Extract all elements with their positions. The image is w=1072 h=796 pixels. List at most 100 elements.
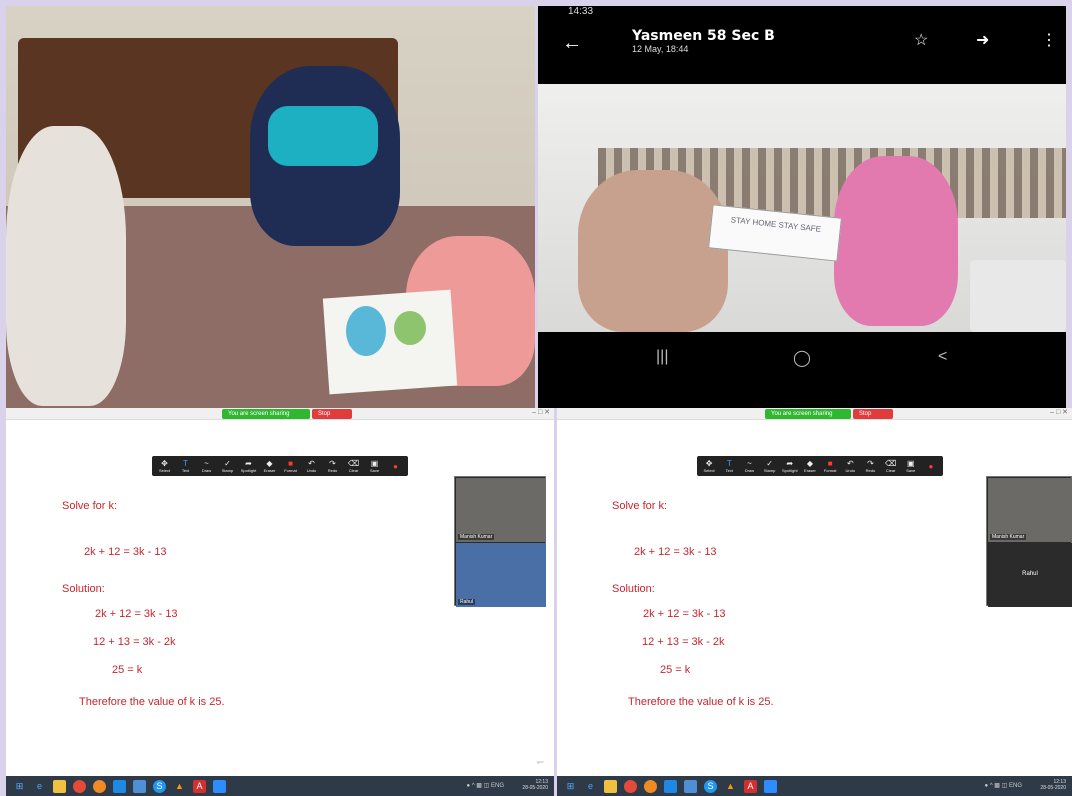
stop-share-button[interactable]: Stop Share	[312, 409, 352, 427]
firefox-icon[interactable]	[93, 779, 106, 793]
eraser-icon: ◆	[266, 459, 273, 468]
video-panel[interactable]: Manish Kumar Rahul	[454, 476, 546, 607]
color-square-icon: ■	[288, 459, 293, 468]
windows-taskbar: ⊞ e S ▲ A ● ^ ▩ ◫ ENG 12:13 28-05-2020	[557, 776, 1072, 796]
close-toolbar-icon[interactable]: ●	[923, 462, 939, 471]
expand-icon[interactable]: ↽	[536, 757, 544, 768]
notes-icon[interactable]	[133, 779, 146, 793]
pdf-reader-icon[interactable]: A	[193, 779, 206, 793]
tool-text[interactable]: T Text	[177, 459, 194, 473]
tool-eraser[interactable]: ◆ Eraser	[261, 459, 278, 473]
tool-text[interactable]: T Text	[721, 459, 737, 473]
move-icon: ✥	[161, 459, 168, 468]
file-explorer-icon[interactable]	[604, 779, 617, 793]
draw-icon: ~	[747, 459, 752, 468]
tool-format[interactable]: ■ Format	[822, 459, 838, 473]
drawing-sheet	[322, 289, 458, 395]
zoom-app-icon[interactable]	[213, 779, 226, 793]
app-icon[interactable]	[113, 779, 126, 793]
tool-spotlight[interactable]: ➦ Spotlight	[782, 459, 798, 473]
firefox-icon[interactable]	[644, 779, 657, 793]
solution-label: Solution:	[62, 583, 105, 595]
annotation-toolbar: ✥ Select T Text ~ Draw ✓ Stamp ➦ Spotlight ◆ E…	[697, 456, 943, 476]
tool-eraser[interactable]: ◆ Eraser	[802, 459, 818, 473]
mother	[578, 170, 728, 332]
video-panel[interactable]: Manish Kumar Rahul	[986, 476, 1072, 607]
taskbar-clock[interactable]: 12:13 28-05-2020	[522, 779, 548, 791]
recents-icon[interactable]: |||	[656, 348, 668, 366]
close-toolbar-icon[interactable]: ●	[387, 462, 404, 471]
android-nav-bar: ||| ◯ <	[538, 332, 1066, 408]
windows-start-icon[interactable]: ⊞	[13, 780, 26, 793]
status-bar: 14:33	[538, 6, 1066, 20]
tool-save[interactable]: ▣ Save	[903, 459, 919, 473]
zoom-share-left: You are screen sharing Stop Share – □ ✕ …	[6, 408, 554, 796]
chrome-icon[interactable]	[73, 779, 86, 793]
window-controls[interactable]: – □ ✕	[1050, 408, 1068, 416]
zoom-app-icon[interactable]	[764, 779, 777, 793]
color-square-icon: ■	[827, 459, 833, 468]
home-icon[interactable]: ◯	[793, 348, 811, 368]
arrow-left-icon[interactable]: ←	[562, 32, 582, 55]
tool-stamp[interactable]: ✓ Stamp	[762, 459, 778, 473]
edge-browser-icon[interactable]: e	[33, 780, 46, 793]
star-icon[interactable]: ☆	[914, 30, 928, 50]
vlc-icon[interactable]: ▲	[724, 780, 737, 793]
edge-browser-icon[interactable]: e	[584, 780, 597, 793]
undo-icon: ↶	[846, 459, 854, 468]
pdf-reader-icon[interactable]: A	[744, 779, 757, 793]
checkmark-icon: ✓	[224, 459, 231, 468]
butterfly-wing-blue	[346, 306, 386, 356]
tool-redo[interactable]: ↷ Redo	[862, 459, 878, 473]
windows-start-icon[interactable]: ⊞	[564, 780, 577, 793]
tool-select[interactable]: ✥ Select	[701, 459, 717, 473]
participant-name: Manish Kumar	[990, 534, 1027, 540]
equation: 2k + 12 = 3k - 13	[84, 546, 167, 558]
file-explorer-icon[interactable]	[53, 779, 66, 793]
tool-redo[interactable]: ↷ Redo	[324, 459, 341, 473]
window-controls[interactable]: – □ ✕	[532, 408, 550, 416]
tool-save[interactable]: ▣ Save	[366, 459, 383, 473]
video-tile-2[interactable]: Rahul	[988, 543, 1072, 607]
skype-icon[interactable]: S	[153, 779, 166, 793]
clock-date: 28-05-2020	[1040, 785, 1066, 791]
tool-select[interactable]: ✥ Select	[156, 459, 173, 473]
tool-undo[interactable]: ↶ Undo	[842, 459, 858, 473]
tool-spotlight[interactable]: ➦ Spotlight	[240, 459, 257, 473]
skype-icon[interactable]: S	[704, 779, 717, 793]
tool-format[interactable]: ■ Format	[282, 459, 299, 473]
chrome-icon[interactable]	[624, 779, 637, 793]
tool-draw[interactable]: ~ Draw	[741, 459, 757, 473]
text-icon: T	[726, 459, 732, 468]
vlc-icon[interactable]: ▲	[173, 780, 186, 793]
tool-draw[interactable]: ~ Draw	[198, 459, 215, 473]
video-tile-2[interactable]: Rahul	[456, 543, 546, 607]
notes-icon[interactable]	[684, 779, 697, 793]
tool-stamp[interactable]: ✓ Stamp	[219, 459, 236, 473]
participant-name: Manish Kumar	[458, 534, 495, 540]
tool-undo[interactable]: ↶ Undo	[303, 459, 320, 473]
step-1: 2k + 12 = 3k - 13	[95, 608, 178, 620]
text-icon: T	[183, 459, 188, 468]
viewer-header: ← Yasmeen 58 Sec B 12 May, 18:44 ☆ ➜ ⋮	[538, 20, 1066, 82]
video-tile-1[interactable]: Manish Kumar	[988, 478, 1072, 542]
problem-title: Solve for k:	[612, 500, 668, 512]
taskbar-clock[interactable]: 12:13 28-05-2020	[1040, 779, 1066, 791]
share-icon[interactable]: ➜	[976, 30, 989, 50]
system-tray-icons[interactable]: ● ^ ▩ ◫ ENG	[985, 782, 1022, 789]
tool-clear[interactable]: ⌫ Clear	[883, 459, 899, 473]
status-time: 14:33	[568, 6, 594, 17]
app-icon[interactable]	[664, 779, 677, 793]
clock-date: 28-05-2020	[522, 785, 548, 791]
spotlight-icon: ➦	[245, 459, 252, 468]
system-tray-icons[interactable]: ● ^ ▩ ◫ ENG	[467, 782, 504, 789]
back-icon[interactable]: <	[938, 348, 947, 366]
photo-mother-child	[538, 84, 1066, 332]
video-tile-1[interactable]: Manish Kumar	[456, 478, 546, 542]
more-vertical-icon[interactable]: ⋮	[1041, 30, 1057, 50]
stop-share-button[interactable]: Stop Share	[853, 409, 893, 427]
move-icon: ✥	[705, 459, 713, 468]
share-status: You are screen sharing	[765, 409, 851, 419]
draw-icon: ~	[204, 459, 209, 468]
tool-clear[interactable]: ⌫ Clear	[345, 459, 362, 473]
